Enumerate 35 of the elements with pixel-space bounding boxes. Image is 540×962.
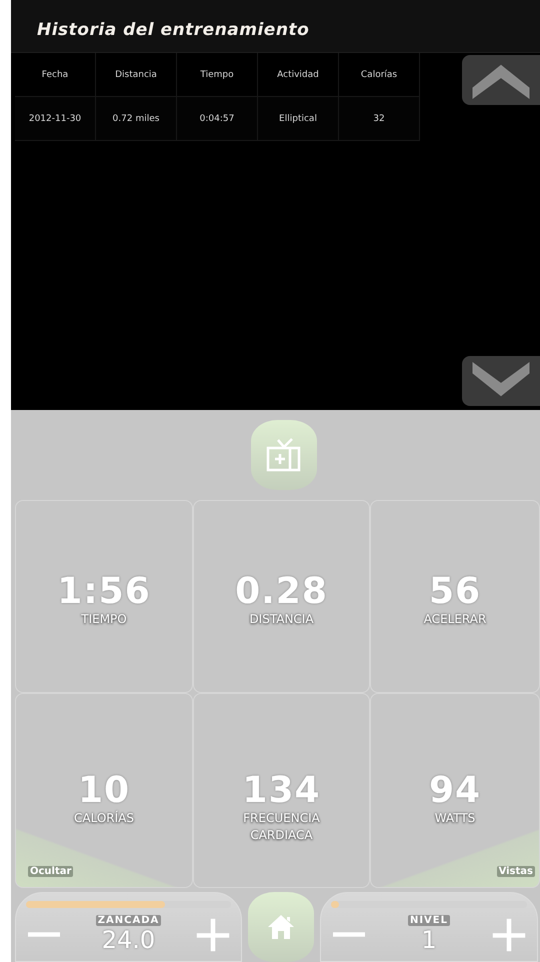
stat-value: 134 xyxy=(242,772,321,810)
tv-button[interactable] xyxy=(250,420,316,490)
stat-label: FRECUENCIA CARDIACA xyxy=(242,810,321,844)
control-value: 24.0 xyxy=(102,926,156,954)
plus-button[interactable] xyxy=(490,916,527,952)
home-button[interactable] xyxy=(248,892,314,962)
plus-button[interactable] xyxy=(194,916,231,952)
stat-label: CALORÍAS xyxy=(73,810,135,827)
table-cell: 2012-11-30 xyxy=(15,96,96,140)
stat-label: ACELERAR xyxy=(422,611,488,628)
minus-icon xyxy=(28,932,60,937)
stat-label: DISTANCIA xyxy=(248,611,315,628)
stat-value: 1:56 xyxy=(57,573,151,611)
table-cell: 32 xyxy=(338,96,420,140)
control-label: ZANCADA xyxy=(96,915,162,926)
stat-label: WATTS xyxy=(434,810,476,827)
screen-title: Historia del entrenamiento xyxy=(11,0,540,53)
plus-icon xyxy=(490,916,527,952)
scroll-up-button[interactable] xyxy=(462,55,540,105)
stat-value: 56 xyxy=(428,573,482,611)
hide-label[interactable]: Ocultar xyxy=(28,866,74,877)
minus-icon xyxy=(333,932,365,937)
plus-icon xyxy=(194,916,231,952)
table-cell: 0.72 miles xyxy=(96,96,176,140)
control-label: NIVEL xyxy=(408,915,450,926)
stat-value: 0.28 xyxy=(235,573,328,611)
stat-value: 94 xyxy=(428,772,482,810)
stat-value: 10 xyxy=(78,772,130,810)
scroll-down-button[interactable] xyxy=(462,356,540,406)
table-cell: 0:04:57 xyxy=(176,96,258,140)
stat-label: TIEMPO xyxy=(80,611,128,628)
table-cell: Elliptical xyxy=(258,96,338,140)
home-icon xyxy=(266,912,296,942)
views-label[interactable]: Vistas xyxy=(496,866,535,877)
tv-icon xyxy=(266,438,302,472)
